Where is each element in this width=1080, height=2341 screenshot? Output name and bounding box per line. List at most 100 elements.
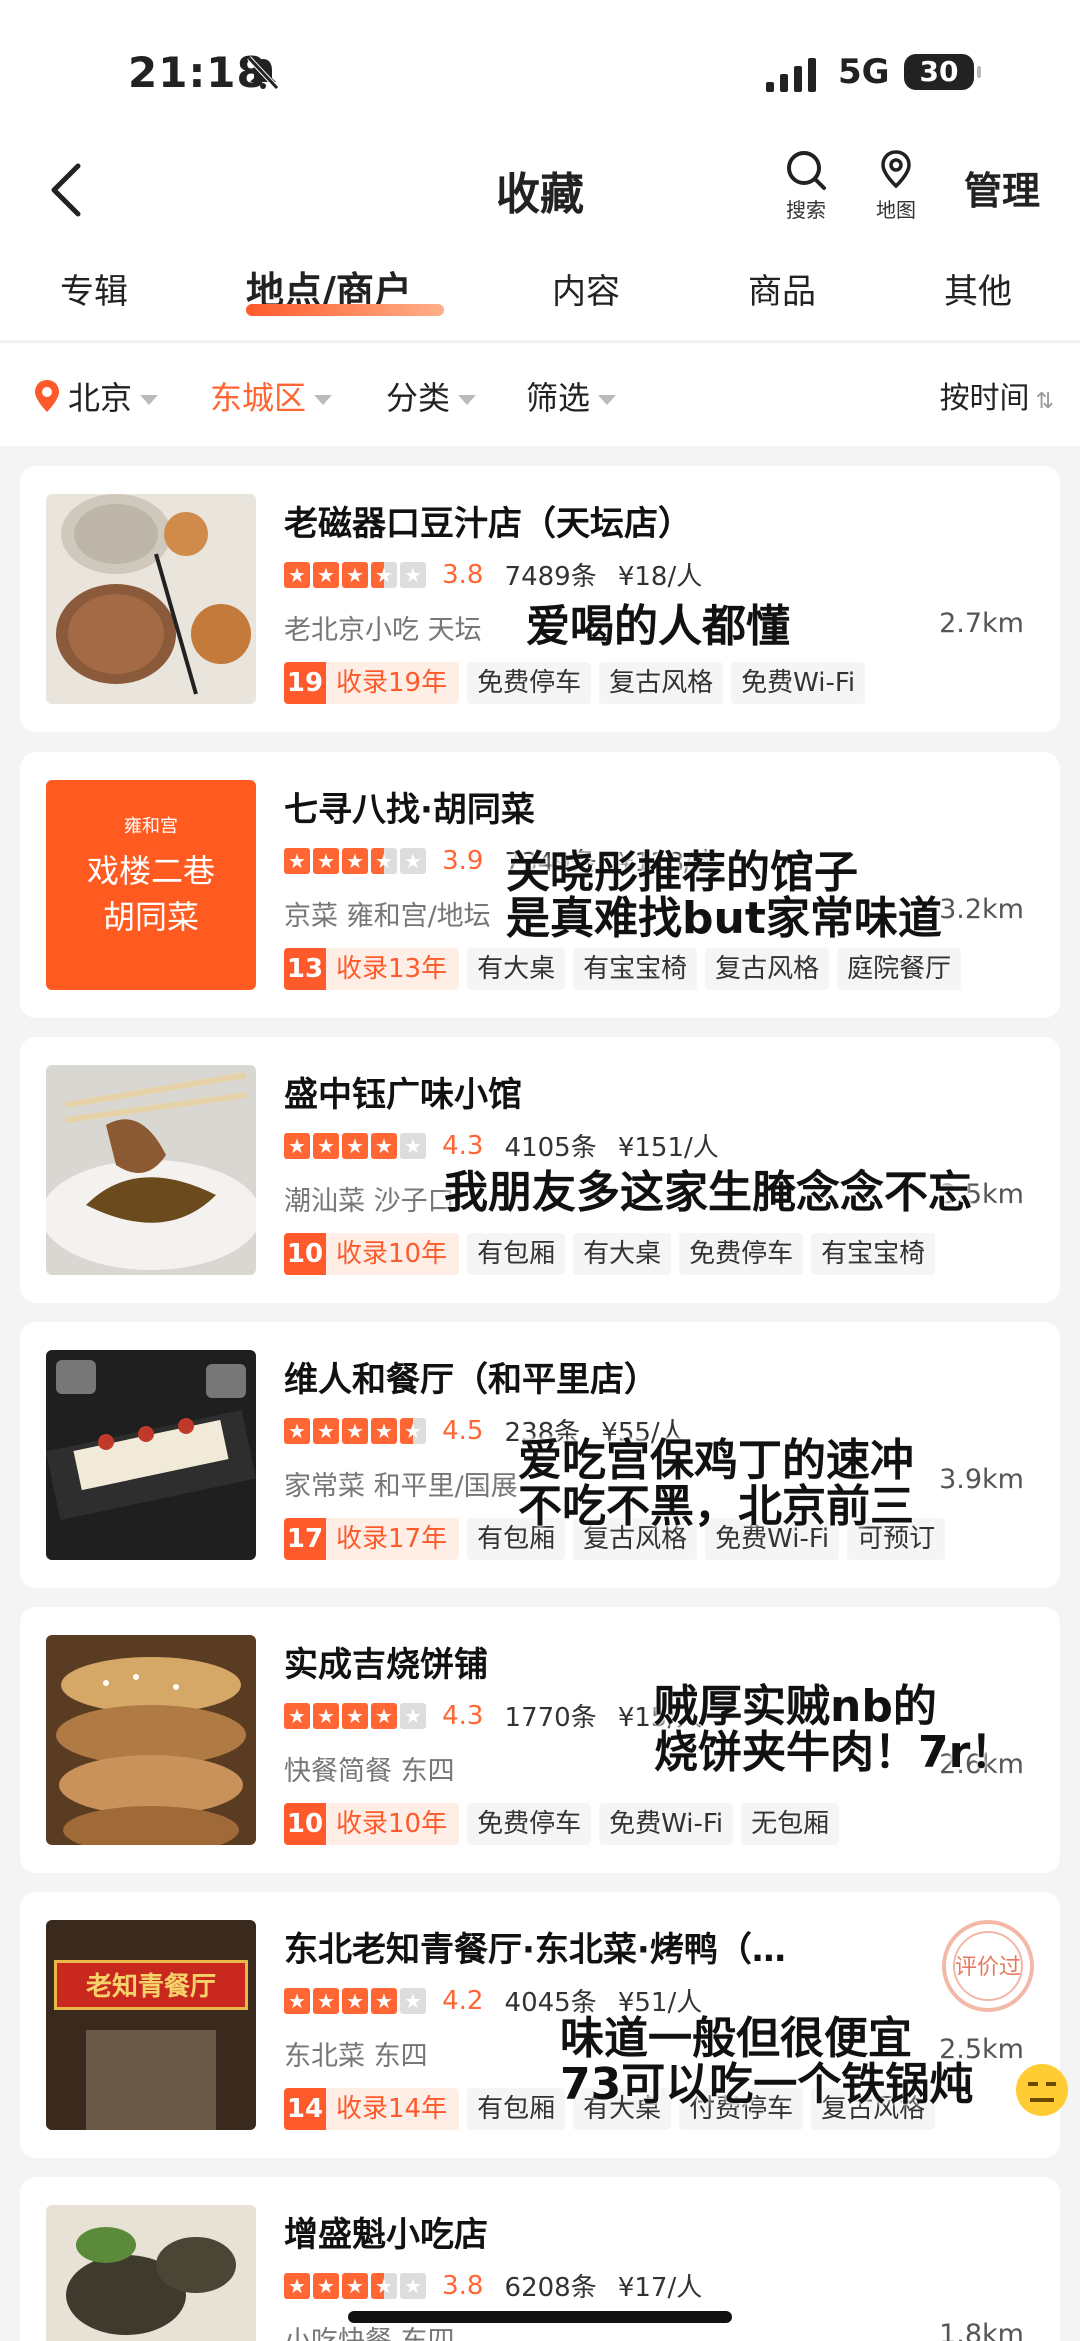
star-icon [313,1132,339,1159]
tab-products[interactable]: 商品 [748,264,816,313]
star-rating [284,1987,429,2014]
tags-row: 13 收录13年 有大桌 有宝宝椅 复古风格 庭院餐厅 [284,948,962,990]
search-label: 搜索 [786,198,826,222]
map-button[interactable]: 地图 [856,148,936,223]
years-text: 收录19年 [336,668,448,698]
star-icon [400,2272,426,2299]
score: 3.8 [442,559,484,590]
years-text: 收录13年 [336,954,448,984]
star-icon [371,1987,397,2014]
overlay-note: 爱吃宫保鸡丁的速冲 不吃不黑，北京前三 [518,1435,914,1532]
star-icon [284,1987,310,2014]
chevron-down-icon [598,395,617,405]
cuisine-area: 东北菜 东四 [284,2041,428,2072]
star-icon [342,847,368,874]
years-number: 13 [284,948,326,990]
tag: 有包厢 [467,2088,566,2130]
top-bar: 21:18 5G 30 收藏 搜索 地图 管理 专辑 地点/商户 内容 商品 其… [0,0,1080,340]
list-item[interactable]: 老磁器口豆汁店（天坛店） 3.8 7489条 ¥18/人 老北京小吃 天坛 2.… [20,466,1060,732]
shop-name: 七寻八找·胡同菜 [284,790,535,830]
star-icon [313,561,339,588]
avg-price: ¥17/人 [617,2273,703,2303]
battery-icon: 30 [904,54,974,90]
years-badge: 19 收录19年 [284,662,460,704]
cuisine-area: 老北京小吃 天坛 [284,615,482,646]
years-text: 收录17年 [336,1524,448,1554]
years-text: 收录10年 [336,1809,448,1839]
district-filter-label: 东城区 [210,379,307,417]
distance: 1.8km [939,2319,1024,2341]
years-text: 收录10年 [336,1239,448,1269]
tag: 免费停车 [679,1233,804,1275]
city-filter[interactable]: 北京 [68,373,159,419]
battery-tip [977,66,981,78]
cuisine-area: 京菜 雍和宫/地坛 [284,901,491,932]
score: 4.2 [442,1985,484,2016]
shop-photo [46,1635,256,1845]
tag: 有宝宝椅 [811,1233,936,1275]
star-icon [313,847,339,874]
overlay-note: 我朋友多这家生腌念念不忘 [444,1167,972,1218]
tags-row: 10 收录10年 有包厢 有大桌 免费停车 有宝宝椅 [284,1233,936,1275]
thumb-line2: 胡同菜 [102,898,199,936]
star-icon [400,847,426,874]
tag: 免费Wi-Fi [731,662,866,704]
rating-row: 3.8 7489条 ¥18/人 [284,556,702,592]
thumb-small-text: 雍和宫 [124,816,178,837]
rating-row: 4.3 4105条 ¥151/人 [284,1127,719,1163]
shop-photo [46,494,256,704]
star-icon [284,847,310,874]
map-pin-icon [881,150,911,189]
search-button[interactable]: 搜索 [766,148,846,223]
star-icon [400,1702,426,1729]
thumb-sign-text: 老知青餐厅 [85,1972,216,2002]
chevron-down-icon [458,395,477,405]
tab-other[interactable]: 其他 [944,264,1012,313]
shop-name: 实成吉烧饼铺 [284,1645,488,1685]
shop-photo: 雍和宫 戏楼二巷 胡同菜 [46,780,256,990]
star-icon [284,1132,310,1159]
cuisine-area: 潮汕菜 沙子口 [284,1186,455,1217]
rating-row: 4.3 1770条 ¥15/人 [284,1697,702,1733]
years-number: 17 [284,1518,326,1560]
star-icon [371,1132,397,1159]
distance: 3.9km [939,1464,1024,1495]
sort-arrows-icon: ⇅ [1035,389,1054,414]
years-number: 14 [284,2088,326,2130]
manage-button[interactable]: 管理 [964,160,1040,215]
home-indicator[interactable] [348,2311,732,2323]
shop-name: 维人和餐厅（和平里店） [284,1360,658,1400]
score: 3.9 [442,845,484,876]
shop-name: 盛中钰广味小馆 [284,1075,522,1115]
star-icon [313,1702,339,1729]
tag: 免费Wi-Fi [599,1803,734,1845]
star-icon [284,2272,310,2299]
tab-content[interactable]: 内容 [552,264,620,313]
years-badge: 14 收录14年 [284,2088,460,2130]
star-icon [342,1132,368,1159]
star-icon [284,1417,310,1444]
star-icon [400,1987,426,2014]
search-icon [787,151,826,190]
overlay-note: 贼厚实贼nb的 烧饼夹牛肉！7r！ [654,1681,1015,1778]
tag: 无包厢 [741,1803,840,1845]
expressionless-emoji-icon [1016,2064,1068,2116]
district-filter[interactable]: 东城区 [210,373,333,419]
star-rating [284,1417,429,1444]
sort-label: 按时间 [939,381,1030,416]
tab-albums[interactable]: 专辑 [60,264,128,313]
category-filter[interactable]: 分类 [386,373,477,419]
shop-name: 老磁器口豆汁店（天坛店） [284,504,692,544]
cuisine-area: 快餐简餐 东四 [284,1756,455,1787]
signal-icon [766,58,816,92]
years-number: 19 [284,662,326,704]
star-icon [342,2272,368,2299]
score: 4.3 [442,1700,484,1731]
screen-filter[interactable]: 筛选 [526,373,617,419]
rating-row: 4.2 4045条 ¥51/人 [284,1982,702,2018]
sort-button[interactable]: 按时间 ⇅ [940,373,1054,417]
tag: 有大桌 [573,1233,672,1275]
years-number: 10 [284,1233,326,1275]
rating-row: 3.8 6208条 ¥17/人 [284,2267,702,2303]
tag: 免费停车 [467,662,592,704]
